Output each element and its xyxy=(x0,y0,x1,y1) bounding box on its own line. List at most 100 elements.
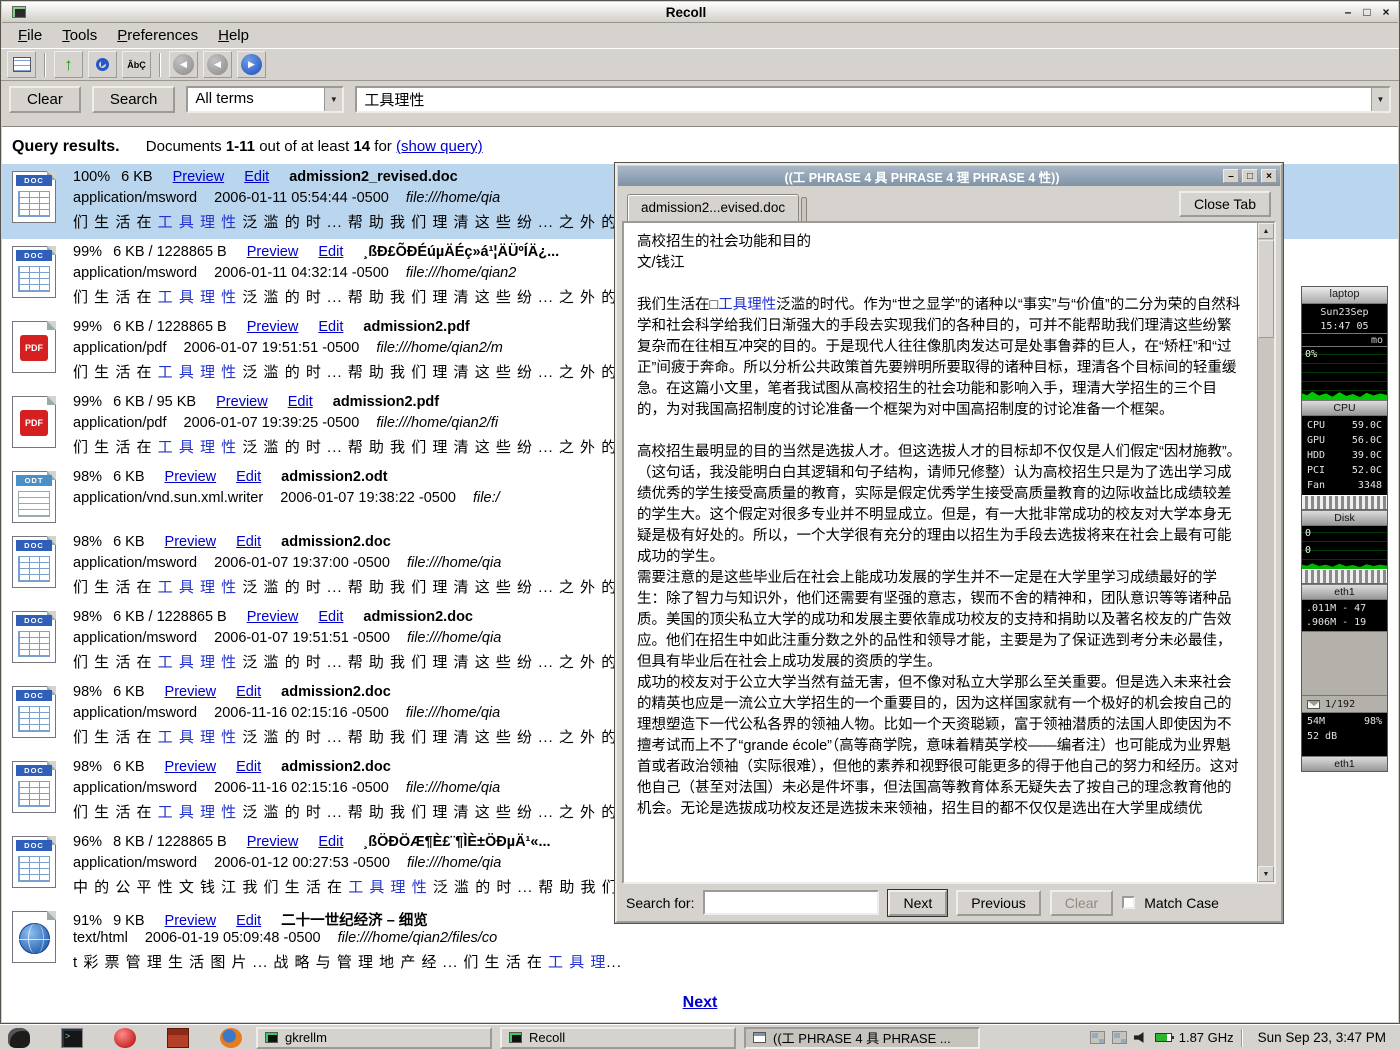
pager-icon[interactable] xyxy=(1090,1031,1105,1044)
terminal-launcher-icon[interactable] xyxy=(61,1028,83,1048)
result-preview-link[interactable]: Preview xyxy=(247,244,299,260)
next-page-link[interactable]: Next xyxy=(640,994,760,1012)
result-preview-link[interactable]: Preview xyxy=(165,469,217,485)
close-icon[interactable]: × xyxy=(1261,169,1277,183)
chevron-down-icon[interactable]: ▼ xyxy=(1371,88,1389,111)
taskbar-item-gkrellm[interactable]: gkrellm xyxy=(256,1027,492,1049)
recoll-titlebar[interactable]: Recoll – □ × xyxy=(2,2,1398,23)
close-icon[interactable]: × xyxy=(1378,5,1394,20)
result-filename: ¸ßÖÐÖÆ¶È£¨¶ÌÈ±ÖÐµÄ¹«... xyxy=(363,834,550,850)
result-edit-link[interactable]: Edit xyxy=(236,759,261,775)
maximize-icon[interactable]: □ xyxy=(1359,5,1375,20)
result-edit-link[interactable]: Edit xyxy=(288,394,313,410)
search-mode-select[interactable]: All terms ▼ xyxy=(186,86,344,113)
maximize-icon[interactable]: □ xyxy=(1242,169,1258,183)
result-size: 6 KB / 1228865 B xyxy=(113,609,227,625)
uptime-panel: mo xyxy=(1302,333,1387,346)
result-edit-link[interactable]: Edit xyxy=(236,684,261,700)
scrollbar-track[interactable] xyxy=(1258,239,1274,866)
document-history-button[interactable] xyxy=(7,51,36,78)
menu-preferences[interactable]: Preferences xyxy=(108,25,207,46)
show-query-link[interactable]: (show query) xyxy=(396,138,483,155)
result-preview-link[interactable]: Preview xyxy=(247,319,299,335)
firefox-launcher-icon[interactable] xyxy=(220,1028,242,1048)
results-count-text: Documents xyxy=(146,138,222,155)
result-preview-link[interactable]: Preview xyxy=(165,684,217,700)
result-size: 6 KB / 1228865 B xyxy=(113,244,227,260)
recoll-app-icon xyxy=(12,6,26,18)
battery-icon[interactable] xyxy=(1155,1033,1172,1042)
highlighted-term: 工 具 理 xyxy=(548,954,606,971)
preview-task-icon xyxy=(753,1032,766,1043)
gkrellm-spacer xyxy=(1302,631,1387,695)
menu-help[interactable]: Help xyxy=(209,25,258,46)
highlighted-term: 工 具 理 性 xyxy=(158,439,238,456)
result-snippet: 们 生 活 在 工 具 理 性 泛 滥 的 时 ... 帮 助 我 们 理 清 … xyxy=(73,576,633,598)
find-previous-button[interactable]: Previous xyxy=(956,890,1040,916)
window-manager-icon[interactable] xyxy=(8,1028,30,1048)
result-edit-link[interactable]: Edit xyxy=(244,169,269,185)
result-edit-link[interactable]: Edit xyxy=(236,534,261,550)
memory-panel: 54M 98% 52 dB xyxy=(1302,712,1387,756)
scrollbar[interactable]: ▲ ▼ xyxy=(1257,223,1274,882)
prev-page-button[interactable]: ◀ xyxy=(203,51,232,78)
term-explorer-button[interactable]: ÂbÇ xyxy=(122,51,151,78)
minimize-icon[interactable]: – xyxy=(1340,5,1356,20)
result-url: file:/ xyxy=(473,490,500,506)
preview-paragraph: 高校招生的社会功能和目的 xyxy=(637,232,1244,253)
result-preview-link[interactable]: Preview xyxy=(216,394,268,410)
result-mimetype: application/msword xyxy=(73,855,197,871)
toolbar-separator xyxy=(44,53,46,77)
result-edit-link[interactable]: Edit xyxy=(318,244,343,260)
nav-back-icon: ◀ xyxy=(207,54,228,75)
find-next-button[interactable]: Next xyxy=(888,890,947,916)
result-edit-link[interactable]: Edit xyxy=(318,834,343,850)
menu-file[interactable]: File xyxy=(9,25,51,46)
preview-tab[interactable]: admission2...evised.doc xyxy=(627,194,799,221)
result-edit-link[interactable]: Edit xyxy=(318,319,343,335)
clear-button[interactable]: Clear xyxy=(9,86,81,113)
find-clear-button[interactable]: Clear xyxy=(1050,890,1113,916)
scrollbar-thumb[interactable] xyxy=(1258,240,1274,338)
find-input[interactable] xyxy=(703,890,879,915)
first-page-button[interactable]: ◀ xyxy=(169,51,198,78)
sort-button[interactable]: ↑ xyxy=(54,51,83,78)
minimize-icon[interactable]: – xyxy=(1223,169,1239,183)
menu-tools[interactable]: Tools xyxy=(53,25,106,46)
toolbox-launcher-icon[interactable] xyxy=(167,1028,189,1048)
search-button[interactable]: Search xyxy=(92,86,176,113)
result-url: file:///home/qia xyxy=(407,855,501,871)
result-edit-link[interactable]: Edit xyxy=(236,913,261,929)
result-preview-link[interactable]: Preview xyxy=(165,759,217,775)
result-url: file:///home/qia xyxy=(407,630,501,646)
taskbar-item-recoll[interactable]: Recoll xyxy=(500,1027,736,1049)
result-preview-link[interactable]: Preview xyxy=(173,169,225,185)
volume-icon[interactable] xyxy=(1134,1032,1148,1044)
app-launcher-icon[interactable] xyxy=(114,1028,136,1048)
desktop-grid-icon[interactable] xyxy=(1112,1031,1127,1044)
preview-titlebar[interactable]: ((工 PHRASE 4 具 PHRASE 4 理 PHRASE 4 性)) –… xyxy=(618,166,1280,186)
match-case-checkbox[interactable] xyxy=(1122,896,1135,909)
preview-paragraph: 高校招生最明显的目的当然是选拔人才。但这选拔人才的目标却不仅仅是人们假定“因材施… xyxy=(637,442,1244,568)
result-edit-link[interactable]: Edit xyxy=(236,469,261,485)
result-preview-link[interactable]: Preview xyxy=(165,913,217,929)
result-preview-link[interactable]: Preview xyxy=(247,609,299,625)
next-page-button[interactable]: ▶ xyxy=(237,51,266,78)
preview-paragraph xyxy=(637,421,1244,442)
scroll-down-icon[interactable]: ▼ xyxy=(1258,866,1274,882)
result-preview-link[interactable]: Preview xyxy=(247,834,299,850)
result-filename: admission2.doc xyxy=(281,534,391,550)
taskbar-item-preview[interactable]: ((工 PHRASE 4 具 PHRASE ... xyxy=(744,1027,980,1049)
result-mimetype: text/html xyxy=(73,930,128,946)
search-query-input[interactable] xyxy=(357,88,1371,111)
scroll-up-icon[interactable]: ▲ xyxy=(1258,223,1274,239)
result-mimetype: application/msword xyxy=(73,630,197,646)
highlighted-term: 工 具 理 性 xyxy=(348,879,428,896)
results-count-text: for xyxy=(374,138,392,155)
file-type-label: DOC xyxy=(16,540,52,551)
update-index-button[interactable] xyxy=(88,51,117,78)
result-edit-link[interactable]: Edit xyxy=(318,609,343,625)
result-preview-link[interactable]: Preview xyxy=(165,534,217,550)
close-tab-button[interactable]: Close Tab xyxy=(1179,191,1271,217)
cpu-chart: 0% xyxy=(1302,346,1387,400)
